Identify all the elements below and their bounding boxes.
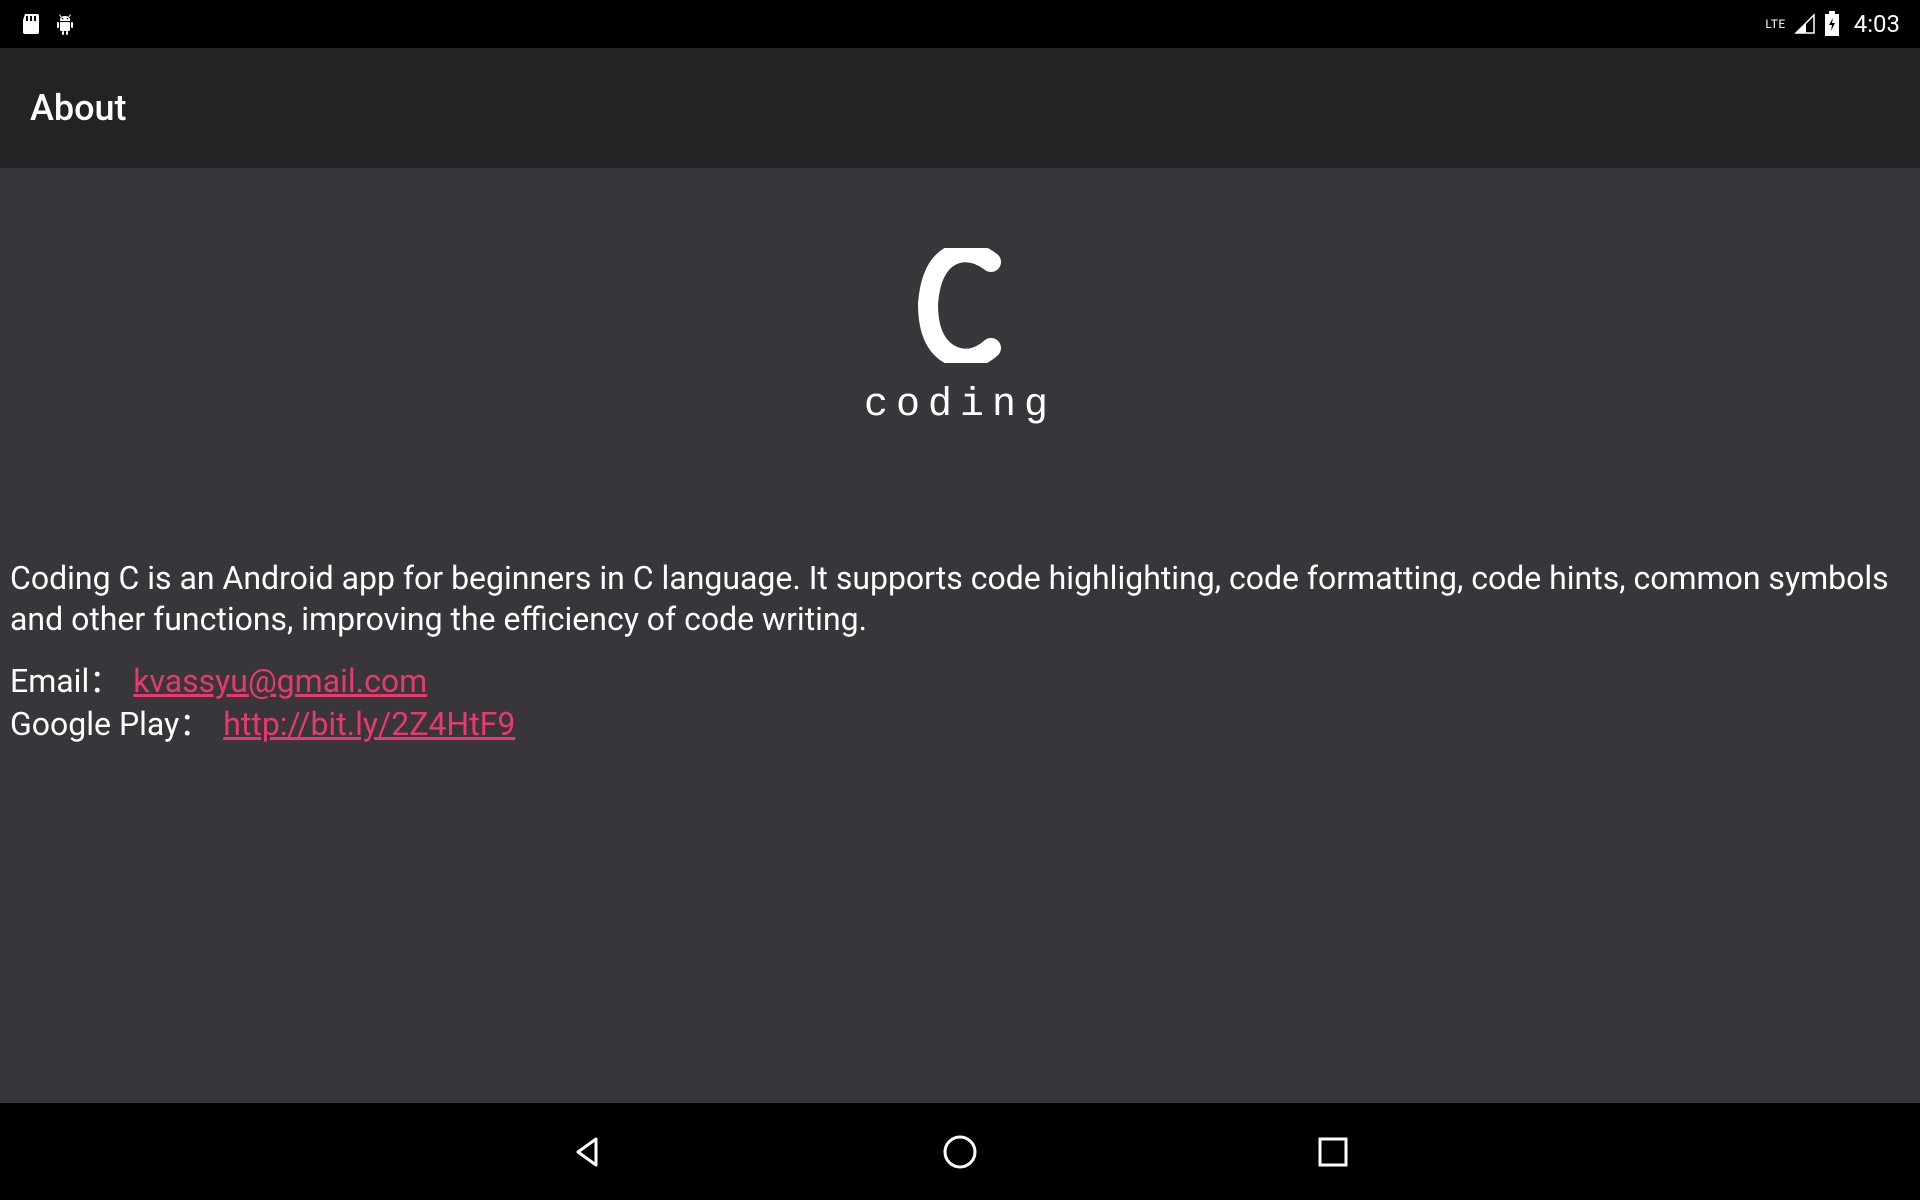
recent-apps-button[interactable] [1303,1122,1363,1182]
content-area: coding Coding C is an Android app for be… [0,168,1920,1103]
description-text: Coding C is an Android app for beginners… [10,558,1910,640]
battery-charging-icon [1824,11,1840,37]
email-link[interactable]: kvassyu@gmail.com [133,662,427,700]
navigation-bar [0,1103,1920,1200]
home-button[interactable] [930,1122,990,1182]
status-bar: LTE 4:03 [0,0,1920,48]
email-label: Email： [10,662,121,700]
lte-label: LTE [1765,17,1785,31]
email-line: Email： kvassyu@gmail.com [10,660,1910,703]
android-icon [54,12,76,36]
logo-c-icon [915,248,1005,363]
clock-time: 4:03 [1854,10,1900,38]
sd-card-icon [20,12,42,36]
logo-text: coding [864,383,1056,428]
back-button[interactable] [557,1122,617,1182]
status-right: LTE 4:03 [1765,10,1900,38]
status-left [20,12,76,36]
google-play-line: Google Play： http://bit.ly/2Z4HtF9 [10,703,1910,746]
app-bar: About [0,48,1920,168]
signal-icon [1794,13,1816,35]
google-play-label: Google Play： [10,705,211,743]
google-play-link[interactable]: http://bit.ly/2Z4HtF9 [223,705,515,743]
logo-section: coding [10,248,1910,428]
page-title: About [30,87,127,129]
